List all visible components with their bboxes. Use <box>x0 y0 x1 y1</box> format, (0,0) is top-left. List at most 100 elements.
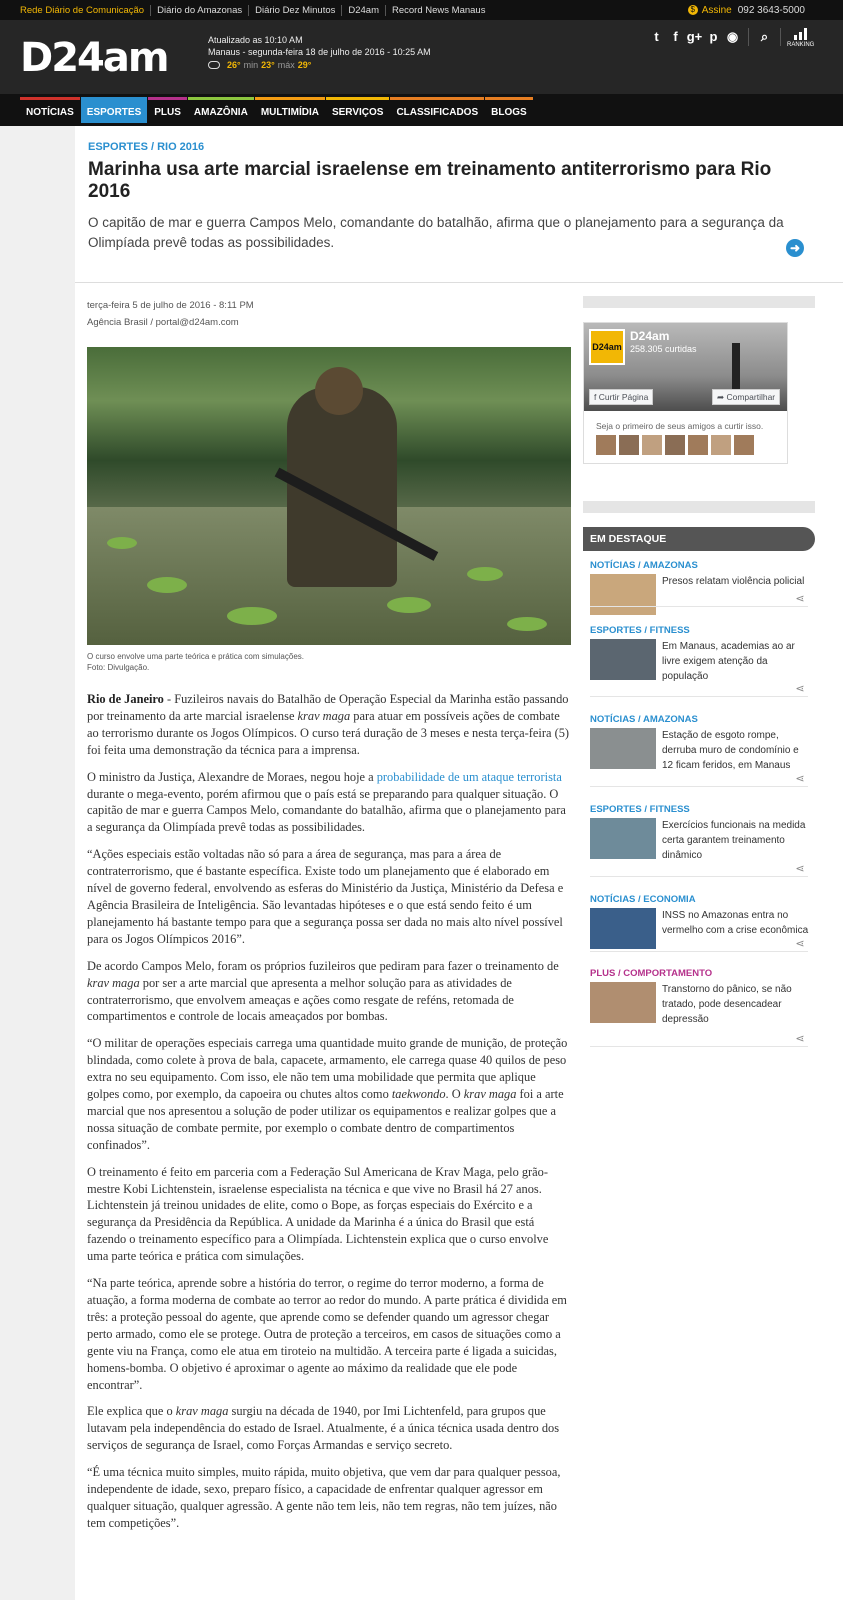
avatar[interactable] <box>734 435 754 455</box>
facebook-page-name[interactable]: D24am <box>630 329 669 343</box>
highlight-thumbnail[interactable] <box>590 908 656 949</box>
paragraph: “Na parte teórica, aprende sobre a histó… <box>87 1276 567 1392</box>
paragraph: O ministro da Justiça, Alexandre de Mora… <box>87 769 571 837</box>
site-header: D24am Atualizado as 10:10 AM Manaus - se… <box>0 20 843 94</box>
site-logo[interactable]: D24am <box>20 38 170 78</box>
article-source: Agência Brasil / portal@d24am.com <box>87 317 239 328</box>
highlight-thumbnail[interactable] <box>590 728 656 769</box>
share-icon[interactable]: ⋖ <box>793 937 807 951</box>
twitter-icon[interactable]: t <box>647 28 666 46</box>
paragraph: “É uma técnica muito simples, muito rápi… <box>87 1465 561 1530</box>
network-link[interactable]: D24am <box>341 4 385 16</box>
highlight-thumbnail[interactable] <box>590 818 656 859</box>
text-emphasis: taekwondo <box>391 1087 446 1102</box>
share-button[interactable]: ➦ Compartilhar <box>712 389 781 405</box>
text-emphasis: krav maga <box>175 1404 229 1419</box>
avatar[interactable] <box>688 435 708 455</box>
highlight-title[interactable]: Estação de esgoto rompe, derruba muro de… <box>662 728 810 773</box>
paragraph: Rio de Janeiro - Fuzileiros navais do Ba… <box>87 691 571 759</box>
updated-time: Atualizado as 10:10 AM <box>208 35 303 45</box>
ranking-label: RANKING <box>787 42 815 48</box>
highlight-category[interactable]: NOTÍCIAS / AMAZONAS <box>590 560 698 571</box>
temp-current: 26° <box>227 60 241 70</box>
statue-silhouette <box>732 343 740 393</box>
network-link[interactable]: Record News Manaus <box>385 4 491 16</box>
soldier-head <box>315 367 363 415</box>
highlight-title[interactable]: INSS no Amazonas entra no vermelho com a… <box>662 908 810 938</box>
nav-item[interactable]: AMAZÔNIA <box>187 97 254 123</box>
article-link[interactable]: probabilidade de um ataque terrorista <box>377 770 562 784</box>
caption-credit: Foto: Divulgação. <box>87 663 150 672</box>
share-icon[interactable]: ⋖ <box>793 772 807 786</box>
text: durante o mega-evento, porém afirmou que… <box>87 786 566 835</box>
article-category[interactable]: ESPORTES / RIO 2016 <box>88 141 204 153</box>
divider <box>590 696 808 697</box>
caption-text: O curso envolve uma parte teórica e prát… <box>87 652 304 661</box>
google-plus-icon[interactable]: g+ <box>685 28 704 46</box>
nav-item[interactable]: PLUS <box>148 97 187 123</box>
share-label: Compartilhar <box>726 392 776 402</box>
text: . O <box>445 1087 464 1102</box>
divider <box>780 28 781 46</box>
network-link[interactable]: Diário do Amazonas <box>150 4 248 16</box>
highlight-category[interactable]: NOTÍCIAS / AMAZONAS <box>590 714 698 725</box>
facebook-widget: D24am D24am 258.305 curtidas f Curtir Pá… <box>583 322 788 464</box>
paragraph: De acordo Campos Melo, foram os próprios… <box>87 958 571 1026</box>
arrow-right-icon[interactable]: ➜ <box>786 239 804 257</box>
friends-text: Seja o primeiro de seus amigos a curtir … <box>596 421 764 431</box>
rss-icon[interactable]: ◉ <box>723 28 742 46</box>
highlight-thumbnail[interactable] <box>590 574 656 615</box>
avatar[interactable] <box>711 435 731 455</box>
nav-item[interactable]: CLASSIFICADOS <box>390 97 485 123</box>
highlight-title[interactable]: Transtorno do pânico, se não tratado, po… <box>662 982 810 1027</box>
share-icon[interactable]: ⋖ <box>793 1032 807 1046</box>
network-link[interactable]: Diário Dez Minutos <box>248 4 341 16</box>
temp-min: 23° <box>261 60 275 70</box>
nav-item[interactable]: NOTÍCIAS <box>20 97 80 123</box>
lily-pad <box>107 537 137 549</box>
share-icon[interactable]: ⋖ <box>793 682 807 696</box>
pinterest-icon[interactable]: p <box>704 28 723 46</box>
highlight-thumbnail[interactable] <box>590 639 656 680</box>
nav-item[interactable]: BLOGS <box>485 97 533 123</box>
nav-item[interactable]: MULTIMÍDIA <box>254 97 325 123</box>
avatar[interactable] <box>642 435 662 455</box>
article-title: Marinha usa arte marcial israelense em t… <box>88 159 772 202</box>
search-icon[interactable]: ⌕ <box>755 28 774 46</box>
nav-item[interactable]: SERVIÇOS <box>325 97 390 123</box>
page-logo[interactable]: D24am <box>589 329 625 365</box>
temp-max-label: máx <box>277 60 295 70</box>
paragraph: Ele explica que o krav maga surgiu na dé… <box>87 1403 571 1454</box>
photo-caption: O curso envolve uma parte teórica e prát… <box>87 651 571 673</box>
paragraph: “O militar de operações especiais carreg… <box>87 1035 571 1153</box>
share-icon[interactable]: ⋖ <box>793 592 807 606</box>
nav-item[interactable]: ESPORTES <box>80 97 148 123</box>
facebook-likes: 258.305 curtidas <box>630 344 697 354</box>
highlight-category[interactable]: ESPORTES / FITNESS <box>590 804 690 815</box>
highlight-category[interactable]: ESPORTES / FITNESS <box>590 625 690 636</box>
avatar[interactable] <box>665 435 685 455</box>
rain-cloud-icon <box>208 61 220 69</box>
temp-min-label: min <box>243 60 259 70</box>
highlight-title[interactable]: Em Manaus, academias ao ar livre exigem … <box>662 639 810 684</box>
ad-placeholder <box>583 501 815 513</box>
subscribe-label: Assine <box>701 4 732 16</box>
facebook-icon[interactable]: f <box>666 28 685 46</box>
bar-chart-icon <box>787 28 813 40</box>
ranking-button[interactable]: RANKING <box>787 28 815 49</box>
highlight-thumbnail[interactable] <box>590 982 656 1023</box>
divider <box>75 282 843 283</box>
highlight-title[interactable]: Presos relatam violência policial <box>662 574 810 589</box>
network-link[interactable]: Rede Diário de Comunicação <box>20 5 150 16</box>
highlight-category[interactable]: NOTÍCIAS / ECONOMIA <box>590 894 696 905</box>
highlight-title[interactable]: Exercícios funcionais na medida certa ga… <box>662 818 810 863</box>
lily-pad <box>387 597 431 613</box>
subscribe-link[interactable]: $ Assine 092 3643-5000 <box>687 0 805 20</box>
avatar[interactable] <box>596 435 616 455</box>
like-page-button[interactable]: f Curtir Página <box>589 389 654 405</box>
header-info: Atualizado as 10:10 AM Manaus - segunda-… <box>208 34 431 71</box>
avatar[interactable] <box>619 435 639 455</box>
share-icon[interactable]: ⋖ <box>793 862 807 876</box>
highlight-category[interactable]: PLUS / COMPORTAMENTO <box>590 968 712 979</box>
main-nav: NOTÍCIAS ESPORTES PLUS AMAZÔNIA MULTIMÍDIA SE… <box>0 94 843 126</box>
